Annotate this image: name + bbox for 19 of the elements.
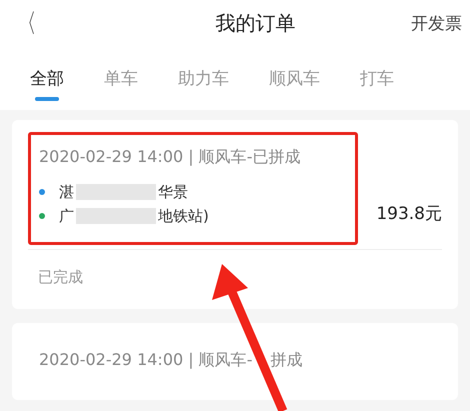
- order-meta: 2020-02-29 14:00 | 顺风车-已拼成: [39, 147, 301, 168]
- order-status: 已完成: [37, 267, 84, 288]
- order-meta: 拼成: [270, 350, 303, 371]
- address-start: 湛: [59, 182, 74, 202]
- tab[interactable]: 顺风车: [269, 54, 320, 102]
- order-card[interactable]: 2020-02-29 14:00 | 顺风车- 拼成: [12, 323, 458, 400]
- address-start: 广: [59, 206, 74, 226]
- tab[interactable]: 单车: [104, 54, 138, 102]
- tab[interactable]: 助力车: [178, 54, 229, 102]
- order-price: 193.8元: [376, 203, 442, 226]
- tab[interactable]: 打车: [360, 54, 394, 102]
- order-card[interactable]: 2020-02-29 14:00 | 顺风车-已拼成 湛 华景 广 地铁站) 193.8元 已完成: [12, 120, 458, 309]
- address-end: 地铁站): [158, 206, 209, 226]
- invoice-link[interactable]: 开发票: [411, 12, 462, 34]
- tab[interactable]: 全部: [30, 54, 64, 102]
- order-meta: 2020-02-29 14:00 | 顺风车-: [39, 350, 253, 371]
- back-button[interactable]: 〈: [18, 6, 36, 40]
- address-end: 华景: [158, 182, 188, 202]
- page-title: 我的订单: [216, 10, 296, 36]
